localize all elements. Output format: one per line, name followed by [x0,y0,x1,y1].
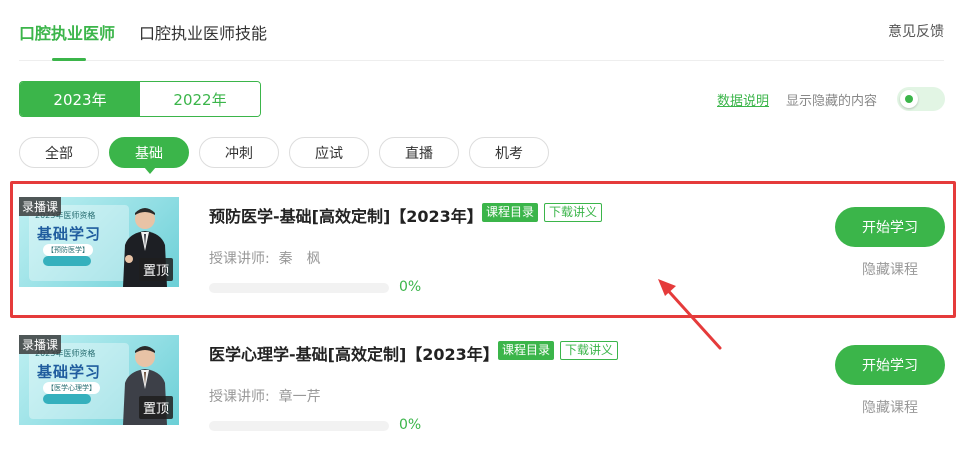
hide-course-link[interactable]: 隐藏课程 [862,397,918,417]
filter-exam[interactable]: 应试 [289,137,369,168]
progress-percent: 0% [399,417,422,433]
highlight-annotation-box [10,181,956,318]
recorded-tag: 录播课 [19,335,62,354]
filter-sprint[interactable]: 冲刺 [199,137,279,168]
teacher-name: 章一芹 [278,389,321,405]
teacher-info: 授课讲师: 章一芹 [209,386,321,406]
download-notes-button[interactable]: 下载讲义 [560,341,619,360]
toggle-knob [900,90,918,108]
annotation-arrow-icon [658,279,722,350]
filter-basic[interactable]: 基础 [109,137,189,174]
feedback-link[interactable]: 意见反馈 [888,21,944,41]
data-note-link[interactable]: 数据说明 [717,90,769,109]
course-thumbnail[interactable]: 2023年医师资格 基础学习 【医学心理学】 录播课 置顶 [19,335,179,425]
year-switch: 2023年 2022年 [19,81,261,117]
thumb-title-text: 基础学习 [37,363,102,381]
filter-live[interactable]: 直播 [379,137,459,168]
progress-bar [209,421,389,431]
filter-all[interactable]: 全部 [19,137,99,168]
thumb-subject-text: 【医学心理学】 [43,382,100,394]
course-title[interactable]: 医学心理学-基础[高效定制]【2023年】 [209,341,499,365]
start-learning-button[interactable]: 开始学习 [835,345,945,385]
active-tab-underline [52,58,86,61]
filter-computer-exam[interactable]: 机考 [469,137,549,168]
year-2023-button[interactable]: 2023年 [20,82,140,116]
category-filter: 全部 基础 冲刺 应试 直播 机考 [19,137,549,174]
show-hidden-toggle[interactable] [897,87,945,111]
show-hidden-label: 显示隐藏的内容 [786,94,878,109]
teacher-label: 授课讲师: [209,389,270,405]
course-catalog-button[interactable]: 课程目录 [498,341,555,360]
top-tab-bar: 口腔执业医师 口腔执业医师技能 意见反馈 [19,0,944,61]
year-2022-button[interactable]: 2022年 [140,82,260,116]
pinned-tag: 置顶 [138,396,173,419]
tab-oral-physician[interactable]: 口腔执业医师 [19,20,115,44]
course-card: 2023年医师资格 基础学习 【医学心理学】 录播课 置顶 医学心理学-基础[高… [19,335,945,435]
tab-oral-physician-skills[interactable]: 口腔执业医师技能 [139,20,267,44]
